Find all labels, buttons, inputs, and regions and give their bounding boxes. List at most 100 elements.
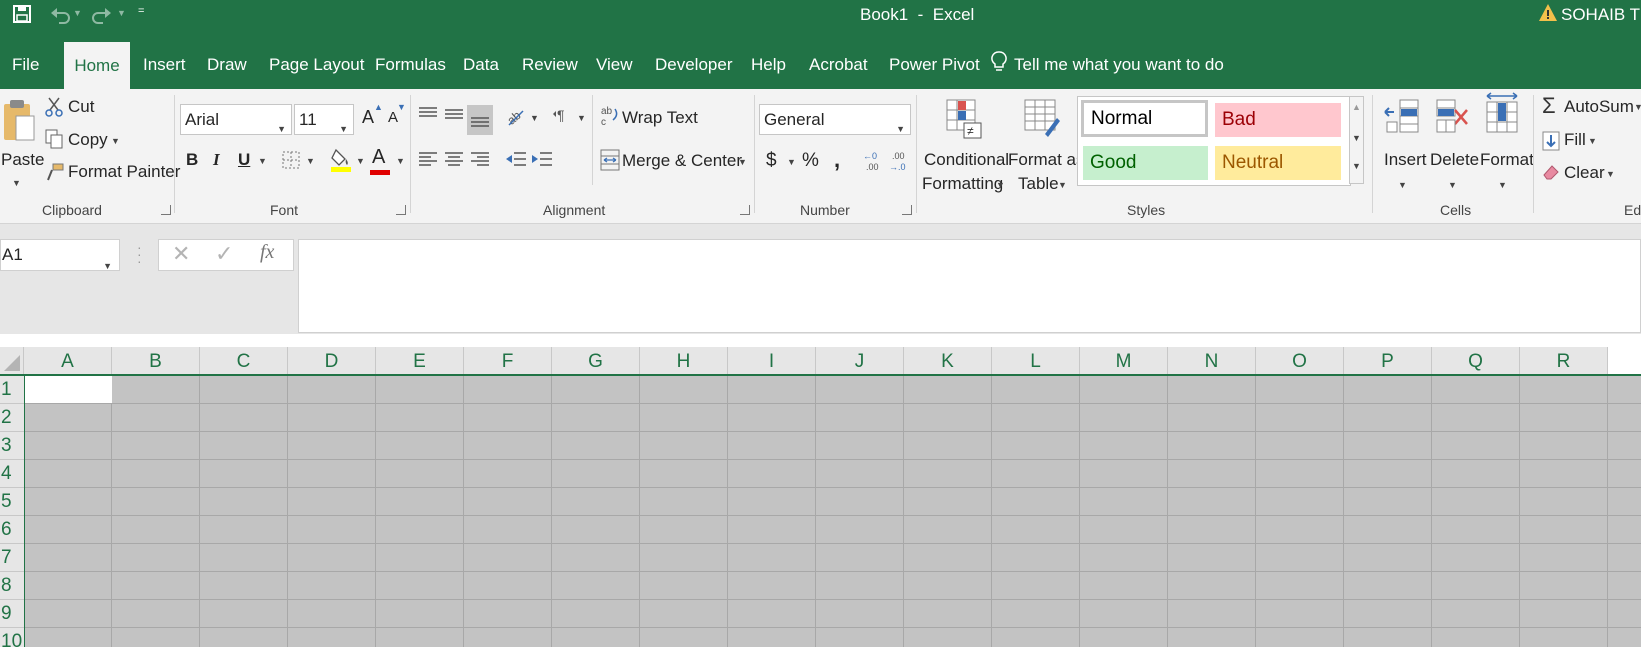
align-top-icon[interactable] — [418, 105, 438, 123]
increase-indent-icon[interactable] — [531, 150, 553, 168]
column-header[interactable]: B — [112, 347, 200, 375]
percent-button[interactable]: % — [802, 150, 819, 172]
tab-power-pivot[interactable]: Power Pivot — [889, 33, 980, 89]
fill-color-dropdown-icon[interactable]: ▼ — [356, 156, 365, 166]
row-header[interactable]: 8 — [0, 572, 24, 600]
format-cells-icon[interactable] — [1484, 92, 1520, 136]
insert-dropdown-icon[interactable]: ▼ — [1398, 180, 1407, 190]
conditional-formatting-dropdown-icon[interactable]: ▼ — [996, 180, 1005, 190]
warning-icon[interactable] — [1538, 3, 1558, 23]
borders-dropdown-icon[interactable]: ▼ — [306, 156, 315, 166]
borders-icon[interactable] — [282, 151, 300, 169]
enter-icon[interactable]: ✓ — [215, 241, 233, 267]
tab-data[interactable]: Data — [463, 33, 499, 89]
style-neutral[interactable]: Neutral — [1215, 146, 1341, 180]
font-launcher-icon[interactable] — [396, 205, 406, 215]
align-right-icon[interactable] — [470, 150, 490, 168]
tab-review[interactable]: Review — [522, 33, 578, 89]
undo-dropdown-icon[interactable]: ▼ — [73, 8, 82, 18]
decrease-indent-icon[interactable] — [505, 150, 527, 168]
save-icon[interactable] — [13, 5, 31, 23]
align-left-icon[interactable] — [418, 150, 438, 168]
column-header[interactable]: G — [552, 347, 640, 375]
format-painter-button[interactable]: Format Painter — [68, 162, 180, 182]
delete-dropdown-icon[interactable]: ▼ — [1448, 180, 1457, 190]
column-header[interactable]: M — [1080, 347, 1168, 375]
currency-dropdown-icon[interactable]: ▼ — [787, 157, 796, 167]
bold-button[interactable]: B — [186, 150, 198, 170]
style-normal[interactable]: Normal — [1081, 100, 1208, 137]
user-name[interactable]: SOHAIB TRA — [1561, 5, 1641, 25]
font-color-dropdown-icon[interactable]: ▼ — [396, 156, 405, 166]
column-header[interactable]: R — [1520, 347, 1608, 375]
orientation-icon[interactable]: ab — [504, 105, 527, 128]
tab-formulas[interactable]: Formulas — [375, 33, 446, 89]
copy-dropdown-icon[interactable]: ▼ — [111, 136, 120, 146]
column-header[interactable]: E — [376, 347, 464, 375]
underline-dropdown-icon[interactable]: ▼ — [258, 156, 267, 166]
row-header[interactable]: 3 — [0, 432, 24, 460]
splitter-dots-icon[interactable]: · · · — [137, 240, 142, 268]
row-header[interactable]: 5 — [0, 488, 24, 516]
wrap-text-button[interactable]: Wrap Text — [622, 108, 698, 128]
fill-dropdown-icon[interactable]: ▼ — [1588, 136, 1597, 146]
copy-icon[interactable] — [45, 129, 63, 149]
italic-button[interactable]: I — [213, 150, 220, 170]
fill-down-icon[interactable] — [1542, 131, 1560, 151]
more-styles-icon[interactable]: ▼ — [1352, 161, 1361, 171]
active-cell[interactable] — [25, 376, 112, 403]
merge-dropdown-icon[interactable]: ▼ — [738, 157, 747, 167]
undo-icon[interactable] — [50, 6, 72, 24]
scissors-icon[interactable] — [45, 97, 63, 117]
decrease-decimal-icon[interactable]: .00 →.0 — [888, 150, 910, 172]
tab-draw[interactable]: Draw — [207, 33, 247, 89]
scroll-up-icon[interactable]: ▲ — [1352, 102, 1361, 112]
column-header[interactable]: A — [24, 347, 112, 375]
insert-cells-button[interactable]: Insert — [1384, 150, 1427, 170]
tab-insert[interactable]: Insert — [143, 33, 186, 89]
column-header[interactable]: J — [816, 347, 904, 375]
redo-dropdown-icon[interactable]: ▼ — [117, 8, 126, 18]
align-middle-icon[interactable] — [444, 105, 464, 123]
column-header[interactable]: F — [464, 347, 552, 375]
paste-button[interactable]: Paste — [1, 150, 44, 170]
scroll-down-icon[interactable]: ▼ — [1352, 133, 1361, 143]
copy-button[interactable]: Copy — [68, 130, 108, 150]
tab-home[interactable]: Home — [64, 42, 130, 89]
customize-toolbar-icon[interactable]: = — [138, 5, 144, 17]
column-header[interactable]: I — [728, 347, 816, 375]
row-header[interactable]: 1 — [0, 376, 24, 404]
fill-button[interactable]: Fill — [1564, 130, 1586, 150]
cut-button[interactable]: Cut — [68, 97, 94, 117]
column-header[interactable]: P — [1344, 347, 1432, 375]
fill-color-icon[interactable] — [330, 147, 352, 173]
autosum-dropdown-icon[interactable]: ▼ — [1634, 102, 1641, 112]
increase-decimal-icon[interactable]: ←0.00 — [862, 150, 884, 172]
comma-button[interactable]: , — [834, 147, 840, 173]
font-size-select[interactable]: 11 ▼ — [294, 104, 354, 135]
orientation-dropdown-icon[interactable]: ▼ — [530, 113, 539, 123]
column-header[interactable]: Q — [1432, 347, 1520, 375]
insert-cells-icon[interactable] — [1384, 96, 1420, 136]
style-bad[interactable]: Bad — [1215, 103, 1341, 137]
insert-function-icon[interactable]: fx — [260, 241, 274, 264]
cells-area[interactable] — [24, 376, 1641, 647]
column-header[interactable]: D — [288, 347, 376, 375]
sigma-icon[interactable]: Σ — [1542, 93, 1556, 119]
clear-dropdown-icon[interactable]: ▼ — [1606, 169, 1615, 179]
merge-center-icon[interactable] — [600, 149, 620, 171]
paste-dropdown-icon[interactable]: ▼ — [12, 178, 21, 188]
column-header[interactable]: H — [640, 347, 728, 375]
column-header[interactable]: O — [1256, 347, 1344, 375]
select-all-corner[interactable] — [0, 347, 24, 375]
style-good[interactable]: Good — [1083, 146, 1208, 180]
tab-developer[interactable]: Developer — [655, 33, 733, 89]
paragraph-dropdown-icon[interactable]: ▼ — [577, 113, 586, 123]
cancel-icon[interactable]: ✕ — [172, 241, 190, 267]
merge-center-button[interactable]: Merge & Center — [622, 151, 742, 171]
conditional-formatting-icon[interactable]: ≠ — [946, 99, 982, 139]
tab-help[interactable]: Help — [751, 33, 786, 89]
wrap-text-icon[interactable]: ab c — [600, 105, 620, 128]
clear-button[interactable]: Clear — [1564, 163, 1605, 183]
column-header[interactable]: L — [992, 347, 1080, 375]
